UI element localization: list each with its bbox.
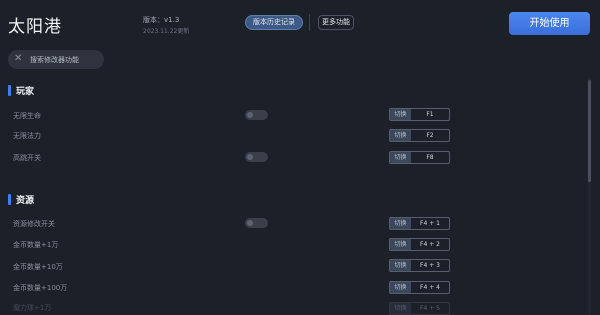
- app-title: 太阳港: [8, 17, 62, 37]
- search-placeholder: 搜索修改器功能: [30, 56, 79, 64]
- cheat-label: 金币数量+100万: [13, 284, 68, 292]
- update-date: 2023.11.22更新: [143, 28, 190, 35]
- section-title-player: 玩家: [16, 87, 35, 97]
- hotkey-switch-label: 切换: [390, 130, 411, 141]
- section-title-resources: 资源: [16, 196, 35, 206]
- hotkey-switch-label: 切换: [390, 239, 411, 250]
- start-button[interactable]: 开始使用: [509, 12, 590, 35]
- hotkey-switch-label: 切换: [390, 260, 411, 271]
- cheat-toggle[interactable]: [245, 218, 268, 228]
- search-input[interactable]: ✕ 搜索修改器功能: [8, 50, 104, 69]
- toggle-knob: [247, 220, 253, 226]
- hotkey-switch-label: 切换: [390, 152, 411, 163]
- hotkey-key: F4 + 5: [420, 305, 440, 312]
- cheat-toggle[interactable]: [245, 110, 268, 120]
- close-icon[interactable]: ✕: [14, 53, 22, 65]
- header: 太阳港 版本：v1.3 2023.11.22更新 版本历史记录 更多功能 开始使…: [0, 0, 600, 48]
- section-accent-bar: [8, 85, 11, 96]
- hotkey-box[interactable]: 切换 F2: [389, 129, 450, 142]
- cheat-label: 资源修改开关: [13, 220, 55, 228]
- hotkey-key: F1: [426, 111, 434, 118]
- hotkey-key: F8: [426, 154, 434, 161]
- hotkey-key: F4 + 2: [420, 241, 440, 248]
- hotkey-box[interactable]: 切换 F1: [389, 108, 450, 121]
- cheat-label: 金币数量+1万: [13, 241, 59, 249]
- trainer-window: 太阳港 版本：v1.3 2023.11.22更新 版本历史记录 更多功能 开始使…: [0, 0, 600, 315]
- cheat-toggle[interactable]: [245, 152, 268, 162]
- hotkey-box[interactable]: 切换 F4 + 4: [389, 281, 450, 294]
- hotkey-box[interactable]: 切换 F8: [389, 151, 450, 164]
- scrollbar-thumb[interactable]: [588, 80, 591, 182]
- section-accent-bar: [8, 194, 11, 205]
- hotkey-key: F4 + 4: [420, 284, 440, 291]
- hotkey-box[interactable]: 切换 F4 + 5: [389, 302, 450, 315]
- hotkey-switch-label: 切换: [390, 218, 411, 229]
- cheat-label: 高跳开关: [13, 154, 41, 162]
- hotkey-box[interactable]: 切换 F4 + 3: [389, 259, 450, 272]
- hotkey-box[interactable]: 切换 F4 + 1: [389, 217, 450, 230]
- hotkey-switch-label: 切换: [390, 303, 411, 314]
- toggle-knob: [247, 112, 253, 118]
- header-divider: [309, 14, 310, 31]
- hotkey-key: F4 + 1: [420, 220, 440, 227]
- hotkey-key: F2: [426, 132, 434, 139]
- version-history-button[interactable]: 版本历史记录: [245, 15, 303, 30]
- cheat-label: 金币数量+10万: [13, 263, 63, 271]
- cheat-label: 无限生命: [13, 112, 41, 120]
- version-label: 版本：v1.3: [143, 16, 180, 24]
- hotkey-key: F4 + 3: [420, 262, 440, 269]
- cheat-label: 魔力球+1万: [13, 304, 52, 312]
- hotkey-switch-label: 切换: [390, 109, 411, 120]
- more-features-button[interactable]: 更多功能: [318, 15, 354, 30]
- hotkey-switch-label: 切换: [390, 282, 411, 293]
- toggle-knob: [247, 154, 253, 160]
- cheat-label: 无限法力: [13, 132, 41, 140]
- hotkey-box[interactable]: 切换 F4 + 2: [389, 238, 450, 251]
